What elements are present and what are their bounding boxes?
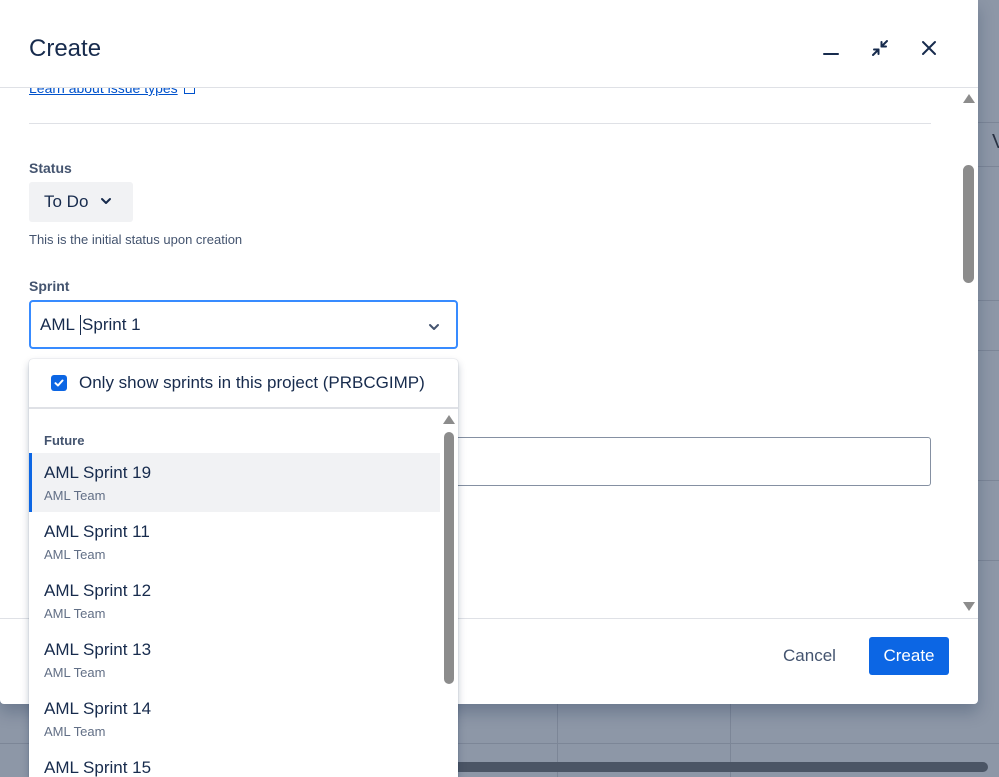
status-value: To Do xyxy=(44,192,89,211)
chevron-down-icon xyxy=(100,192,112,212)
sprint-option-team: AML Team xyxy=(44,724,106,739)
sprint-dropdown-menu: Only show sprints in this project (PRBCG… xyxy=(29,359,458,777)
sprint-option-team: AML Team xyxy=(44,488,106,503)
cancel-button[interactable]: Cancel xyxy=(771,637,848,675)
sprint-option[interactable]: AML Sprint 19 AML Team xyxy=(29,453,440,512)
sprint-option[interactable]: AML Sprint 11 AML Team xyxy=(29,512,440,571)
scroll-up-arrow-icon[interactable] xyxy=(963,94,975,103)
sprint-input-text-before-cursor: AML xyxy=(40,314,80,334)
scroll-down-arrow-icon[interactable] xyxy=(963,602,975,611)
sprint-option-name: AML Sprint 12 xyxy=(44,581,152,600)
minimize-icon xyxy=(821,38,841,63)
filter-label: Only show sprints in this project (PRBCG… xyxy=(79,373,425,392)
scrollbar-thumb[interactable] xyxy=(963,165,974,283)
create-button[interactable]: Create xyxy=(869,637,949,675)
checkmark-icon xyxy=(54,379,64,387)
sprint-option-name: AML Sprint 19 xyxy=(44,463,152,482)
sprint-option[interactable]: AML Sprint 15 xyxy=(29,748,440,777)
backdrop-right-strip xyxy=(978,0,999,704)
dropdown-scroll-up-arrow-icon[interactable] xyxy=(443,415,455,424)
collapse-button[interactable] xyxy=(864,34,896,66)
sprint-option-list: Future AML Sprint 19 AML Team AML Sprint… xyxy=(29,411,440,777)
modal-body-scrollbar[interactable] xyxy=(958,88,978,618)
learn-about-issue-types-link[interactable]: Learn about issue types xyxy=(29,88,195,96)
modal-title: Create xyxy=(29,35,102,62)
sprint-option-name: AML Sprint 15 xyxy=(44,758,152,777)
dropdown-scrollbar-thumb[interactable] xyxy=(444,432,454,684)
status-label: Status xyxy=(29,160,72,176)
sprint-input-text-after-cursor: Sprint 1 xyxy=(82,314,141,334)
modal-header: Create xyxy=(0,0,978,88)
sprint-label: Sprint xyxy=(29,278,70,294)
close-button[interactable] xyxy=(913,34,945,66)
close-icon xyxy=(919,38,939,63)
checkbox[interactable] xyxy=(51,375,67,391)
status-helper-text: This is the initial status upon creation xyxy=(29,232,243,247)
sprint-option-name: AML Sprint 13 xyxy=(44,640,152,659)
sprint-option-team: AML Team xyxy=(44,606,106,621)
sprint-select-input[interactable]: AML Sprint 1 xyxy=(29,300,458,349)
collapse-icon xyxy=(870,38,890,63)
minimize-button[interactable] xyxy=(815,34,847,66)
project-filter-checkbox-row[interactable]: Only show sprints in this project (PRBCG… xyxy=(29,359,458,409)
learn-link-text: Learn about issue types xyxy=(29,88,178,96)
group-heading-future: Future xyxy=(44,433,85,448)
sprint-option-team: AML Team xyxy=(44,547,106,562)
external-link-icon xyxy=(183,88,195,94)
sprint-option[interactable]: AML Sprint 13 AML Team xyxy=(29,630,440,689)
background-horizontal-scrollbar[interactable] xyxy=(440,762,988,772)
sprint-option-name: AML Sprint 11 xyxy=(44,522,150,541)
backdrop-partial-text: V xyxy=(992,131,999,153)
sprint-option-team: AML Team xyxy=(44,665,106,680)
sprint-option[interactable]: AML Sprint 12 AML Team xyxy=(29,571,440,630)
chevron-down-icon xyxy=(428,318,440,330)
sprint-option[interactable]: AML Sprint 14 AML Team xyxy=(29,689,440,748)
text-input-field[interactable] xyxy=(440,437,931,486)
sprint-option-name: AML Sprint 14 xyxy=(44,699,152,718)
status-dropdown-button[interactable]: To Do xyxy=(29,182,133,222)
section-divider xyxy=(29,123,931,124)
text-cursor xyxy=(80,314,82,335)
